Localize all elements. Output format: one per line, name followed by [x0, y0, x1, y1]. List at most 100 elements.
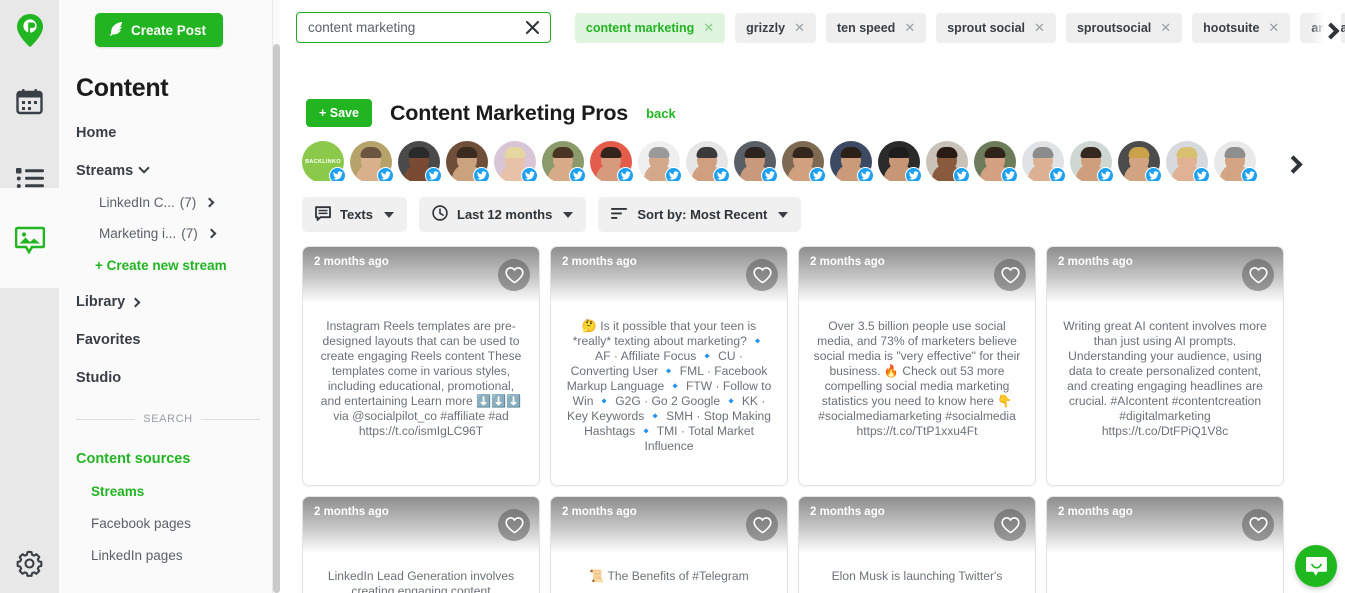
sidebar-source-linkedin-pages[interactable]: LinkedIn pages	[59, 548, 280, 563]
chevron-down-icon	[563, 211, 574, 218]
content-card[interactable]: 2 months ago 📜 The Benefits of #Telegram	[550, 496, 788, 593]
filter-date-range[interactable]: Last 12 months	[419, 197, 587, 232]
create-new-stream-link[interactable]: + Create new stream	[59, 258, 280, 273]
favorite-heart-icon[interactable]	[994, 259, 1026, 291]
twitter-badge-icon	[1001, 167, 1018, 181]
filter-sort[interactable]: Sort by: Most Recent	[598, 197, 802, 232]
content-header: + Save Content Marketing Pros back	[280, 55, 1345, 127]
content-card-text: LinkedIn Lead Generation involves creati…	[327, 569, 515, 593]
sidebar-item-home[interactable]: Home	[59, 125, 280, 141]
avatar[interactable]	[542, 141, 586, 181]
avatar[interactable]	[974, 141, 1018, 181]
clock-icon	[432, 205, 448, 224]
tag-chip[interactable]: hootsuite ✕	[1192, 12, 1291, 43]
content-card[interactable]: 2 months ago Over 3.5 billion people use …	[798, 246, 1036, 486]
sidebar-item-library[interactable]: Library	[59, 294, 280, 310]
avatar[interactable]	[590, 141, 634, 181]
avatar[interactable]	[446, 141, 490, 181]
favorite-heart-icon[interactable]	[994, 509, 1026, 541]
sidebar-stream-marketing[interactable]: Marketing i... (7)	[59, 226, 280, 241]
sidebar-item-favorites[interactable]: Favorites	[59, 332, 280, 348]
avatar[interactable]	[1070, 141, 1114, 181]
avatar[interactable]	[350, 141, 394, 181]
search-divider-label: SEARCH	[143, 413, 193, 425]
content-card[interactable]: 2 months ago 🤔 Is it possible that your t…	[550, 246, 788, 486]
tag-chip-remove-icon[interactable]: ✕	[1160, 20, 1171, 36]
tag-chip-remove-icon[interactable]: ✕	[1034, 20, 1045, 36]
gear-icon[interactable]	[0, 535, 59, 591]
avatar[interactable]	[686, 141, 730, 181]
tag-chip[interactable]: sprout social ✕	[936, 12, 1056, 43]
content-card-header: 2 months ago	[799, 497, 1035, 553]
clear-search-icon[interactable]	[524, 19, 542, 37]
twitter-badge-icon	[761, 167, 778, 181]
avatar[interactable]	[878, 141, 922, 181]
sidebar-item-streams[interactable]: Streams	[59, 162, 280, 179]
chevron-down-icon	[384, 211, 394, 218]
sidebar-source-facebook-pages[interactable]: Facebook pages	[59, 516, 280, 531]
content-card-text: Writing great AI content involves more t…	[1063, 319, 1267, 438]
chips-next-arrow-icon[interactable]	[1311, 12, 1341, 50]
avatar[interactable]	[830, 141, 874, 181]
sidebar: Create Post Content Home Streams LinkedI…	[59, 0, 280, 593]
content-card[interactable]: 2 months ago Instagram Reels templates ar…	[302, 246, 540, 486]
content-card-text: Instagram Reels templates are pre-design…	[320, 319, 522, 438]
tag-chip[interactable]: grizzly ✕	[735, 12, 816, 43]
avatars-next-arrow-icon[interactable]	[1271, 143, 1315, 181]
avatar[interactable]	[782, 141, 826, 181]
avatar[interactable]	[1214, 141, 1258, 181]
search-input[interactable]	[308, 20, 524, 35]
sidebar-stream-linkedin[interactable]: LinkedIn C... (7)	[59, 195, 280, 210]
sidebar-stream-linkedin-count: (7)	[179, 195, 197, 210]
tag-chip-remove-icon[interactable]: ✕	[794, 20, 805, 36]
content-image-icon[interactable]	[0, 212, 59, 268]
list-icon[interactable]	[0, 150, 59, 206]
favorite-heart-icon[interactable]	[746, 509, 778, 541]
content-sources-heading[interactable]: Content sources	[59, 451, 280, 467]
create-post-button[interactable]: Create Post	[95, 13, 224, 47]
tag-chip-remove-icon[interactable]: ✕	[1268, 20, 1279, 36]
content-card[interactable]: 2 months ago Writing great AI content inv…	[1046, 246, 1284, 486]
content-card-header: 2 months ago	[1047, 247, 1283, 303]
chat-bubble-icon[interactable]	[1295, 545, 1337, 587]
filter-sort-label: Sort by: Most Recent	[637, 207, 768, 222]
avatar[interactable]	[1118, 141, 1162, 181]
twitter-badge-icon	[713, 167, 730, 181]
search-box[interactable]	[296, 12, 551, 43]
content-card[interactable]: 2 months ago	[1046, 496, 1284, 593]
content-card[interactable]: 2 months ago Elon Musk is launching Twitt…	[798, 496, 1036, 593]
back-link[interactable]: back	[646, 106, 676, 121]
favorite-heart-icon[interactable]	[1242, 509, 1274, 541]
tag-chip-remove-icon[interactable]: ✕	[904, 20, 915, 36]
content-card-timestamp: 2 months ago	[810, 256, 885, 268]
twitter-badge-icon	[857, 167, 874, 181]
chevron-right-icon	[130, 297, 141, 307]
content-card-timestamp: 2 months ago	[314, 256, 389, 268]
favorite-heart-icon[interactable]	[1242, 259, 1274, 291]
sidebar-source-streams[interactable]: Streams	[59, 484, 280, 499]
avatar[interactable]	[494, 141, 538, 181]
tag-chip-remove-icon[interactable]: ✕	[703, 20, 714, 36]
tag-chip[interactable]: content marketing ✕	[574, 12, 726, 43]
tag-chip[interactable]: ten speed ✕	[825, 12, 927, 43]
avatar[interactable]	[734, 141, 778, 181]
save-button[interactable]: + Save	[306, 99, 372, 127]
filter-type-texts[interactable]: Texts	[302, 197, 407, 232]
content-card[interactable]: 2 months ago LinkedIn Lead Generation inv…	[302, 496, 540, 593]
calendar-icon[interactable]	[0, 73, 59, 129]
avatar[interactable]	[398, 141, 442, 181]
tag-chip[interactable]: sproutsocial ✕	[1065, 12, 1183, 43]
favorite-heart-icon[interactable]	[498, 509, 530, 541]
logo-pin-icon[interactable]	[0, 2, 59, 58]
sidebar-scrollbar[interactable]	[273, 44, 280, 593]
avatar[interactable]	[1166, 141, 1210, 181]
avatar[interactable]: BACKLINKO	[302, 141, 346, 181]
favorite-heart-icon[interactable]	[498, 259, 530, 291]
sidebar-item-studio[interactable]: Studio	[59, 370, 280, 386]
avatar[interactable]	[638, 141, 682, 181]
avatar[interactable]	[926, 141, 970, 181]
avatar[interactable]	[1022, 141, 1066, 181]
content-card-header: 2 months ago	[303, 247, 539, 303]
sidebar-item-favorites-label: Favorites	[76, 332, 141, 348]
favorite-heart-icon[interactable]	[746, 259, 778, 291]
